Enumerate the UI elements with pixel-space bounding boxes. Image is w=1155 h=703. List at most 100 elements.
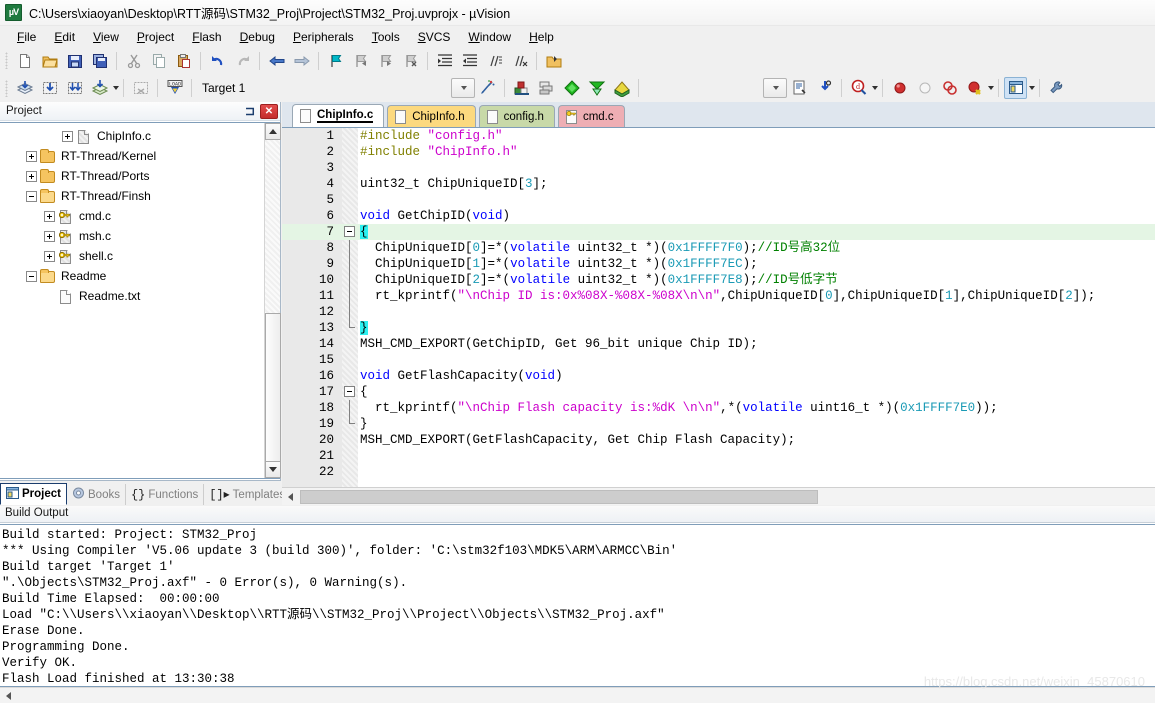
panel-tab-books[interactable]: Books (67, 484, 126, 505)
expand-icon[interactable] (26, 170, 37, 182)
multi-project-icon[interactable] (535, 77, 558, 99)
toolbar-grip[interactable] (5, 52, 8, 69)
tree-item-readme-txt[interactable]: Readme.txt (0, 286, 263, 306)
bookmark-clear-icon[interactable] (399, 50, 422, 72)
build-output-text[interactable]: Build started: Project: STM32_Proj *** U… (0, 524, 1155, 687)
panel-tab-project[interactable]: Project (0, 483, 67, 505)
code-line[interactable]: 18 rt_kprintf("\nChip Flash capacity is:… (282, 400, 1155, 416)
insert-breakpoint-icon[interactable] (888, 77, 911, 99)
code-line[interactable]: 17 { (282, 384, 1155, 400)
scroll-up-icon[interactable] (265, 123, 281, 140)
breakpoints-dropdown-icon[interactable] (988, 86, 995, 90)
indent-right-icon[interactable] (433, 50, 456, 72)
navigate-back-icon[interactable] (265, 50, 288, 72)
find-in-files-icon[interactable]: d (847, 77, 870, 99)
menu-item-help[interactable]: Help (520, 28, 563, 46)
batch-build-icon[interactable] (88, 77, 111, 99)
tree-item-rt-thread-ports[interactable]: RT-Thread/Ports (0, 166, 263, 186)
tree-item-cmd-c[interactable]: cmd.c (0, 206, 263, 226)
editor-tab-cmd-c[interactable]: cmd.c (557, 105, 625, 127)
window-layout-dropdown-icon[interactable] (1029, 86, 1036, 90)
code-line[interactable]: 21 (282, 448, 1155, 464)
toolbar-grip[interactable] (5, 79, 8, 97)
navigate-forward-icon[interactable] (290, 50, 313, 72)
build-hscrollbar[interactable] (0, 687, 1155, 703)
menu-item-edit[interactable]: Edit (45, 28, 84, 46)
uncomment-icon[interactable] (508, 50, 531, 72)
target-dropdown-button[interactable] (451, 78, 476, 98)
rebuild-icon[interactable] (63, 77, 86, 99)
pack-manager-icon[interactable] (610, 77, 633, 99)
expand-icon[interactable] (62, 130, 73, 142)
editor-tab-chipinfo-h[interactable]: ChipInfo.h (387, 105, 476, 127)
scroll-thumb[interactable] (265, 313, 281, 463)
redo-icon[interactable] (231, 50, 254, 72)
build-icon[interactable] (38, 77, 61, 99)
cut-icon[interactable] (122, 50, 145, 72)
fold-collapse-icon[interactable] (344, 386, 355, 397)
menu-item-project[interactable]: Project (128, 28, 183, 46)
window-layout-icon[interactable] (1004, 77, 1028, 99)
close-icon[interactable]: ✕ (260, 103, 278, 119)
menu-item-tools[interactable]: Tools (363, 28, 409, 46)
menu-item-svcs[interactable]: SVCS (409, 28, 460, 46)
expand-icon[interactable] (44, 210, 55, 222)
configuration-wizard-icon[interactable] (585, 77, 608, 99)
kill-breakpoints-icon[interactable] (938, 77, 961, 99)
copy-icon[interactable] (147, 50, 170, 72)
menu-item-debug[interactable]: Debug (231, 28, 284, 46)
menu-item-window[interactable]: Window (459, 28, 520, 46)
menu-item-file[interactable]: File (8, 28, 45, 46)
editor-tab-config-h[interactable]: config.h (478, 105, 555, 127)
code-line[interactable]: 1 #include "config.h" (282, 128, 1155, 144)
fold-collapse-icon[interactable] (344, 226, 355, 237)
scroll-down-icon[interactable] (265, 461, 281, 478)
code-line[interactable]: 7{ (282, 224, 1155, 240)
new-file-icon[interactable] (13, 50, 36, 72)
bookmark-toggle-icon[interactable] (324, 50, 347, 72)
pack-installer-icon[interactable] (560, 77, 583, 99)
project-scrollbar[interactable] (264, 123, 281, 478)
save-all-icon[interactable] (88, 50, 111, 72)
menu-item-peripherals[interactable]: Peripherals (284, 28, 363, 46)
menu-item-view[interactable]: View (84, 28, 128, 46)
open-file-folder-icon[interactable] (542, 50, 565, 72)
code-line[interactable]: 4 uint32_t ChipUniqueID[3]; (282, 176, 1155, 192)
tree-item-msh-c[interactable]: msh.c (0, 226, 263, 246)
pin-icon[interactable]: ⊐ (242, 103, 258, 119)
expand-icon[interactable] (44, 250, 55, 262)
tree-item-rt-thread-finsh[interactable]: RT-Thread/Finsh (0, 186, 263, 206)
bookmark-prev-icon[interactable] (349, 50, 372, 72)
settings-wrench-icon[interactable] (1045, 77, 1068, 99)
code-line[interactable]: 22 (282, 464, 1155, 480)
code-line[interactable]: 13} (282, 320, 1155, 336)
manage-components-icon[interactable] (510, 77, 533, 99)
scroll-left-icon[interactable] (0, 687, 17, 703)
code-line[interactable]: 10 ChipUniqueID[2]=*(volatile uint32_t *… (282, 272, 1155, 288)
start-debug-icon[interactable] (813, 77, 836, 99)
stop-build-icon[interactable] (129, 77, 152, 99)
editor-tab-chipinfo-c[interactable]: ChipInfo.c (292, 104, 385, 127)
code-line[interactable]: 6 void GetChipID(void) (282, 208, 1155, 224)
undo-icon[interactable] (206, 50, 229, 72)
code-line[interactable]: 3 (282, 160, 1155, 176)
code-line[interactable]: 20 MSH_CMD_EXPORT(GetFlashCapacity, Get C… (282, 432, 1155, 448)
collapse-icon[interactable] (26, 190, 37, 202)
expand-icon[interactable] (26, 150, 37, 162)
save-icon[interactable] (63, 50, 86, 72)
scroll-left-icon[interactable] (282, 488, 299, 505)
code-line[interactable]: 16 void GetFlashCapacity(void) (282, 368, 1155, 384)
expand-icon[interactable] (44, 230, 55, 242)
code-line[interactable]: 2 #include "ChipInfo.h" (282, 144, 1155, 160)
code-editor[interactable]: 1 #include "config.h" 2 #include "ChipInfo.… (282, 128, 1155, 487)
target-options-icon[interactable] (476, 77, 499, 99)
code-line[interactable]: 14 MSH_CMD_EXPORT(GetChipID, Get 96_bit u… (282, 336, 1155, 352)
menu-item-flash[interactable]: Flash (183, 28, 230, 46)
insert-bookmark-icon[interactable] (788, 77, 811, 99)
indent-left-icon[interactable] (458, 50, 481, 72)
tree-item-shell-c[interactable]: shell.c (0, 246, 263, 266)
open-file-icon[interactable] (38, 50, 61, 72)
tree-item-readme[interactable]: Readme (0, 266, 263, 286)
editor-hscrollbar[interactable] (282, 487, 1155, 505)
bookmark-next-icon[interactable] (374, 50, 397, 72)
